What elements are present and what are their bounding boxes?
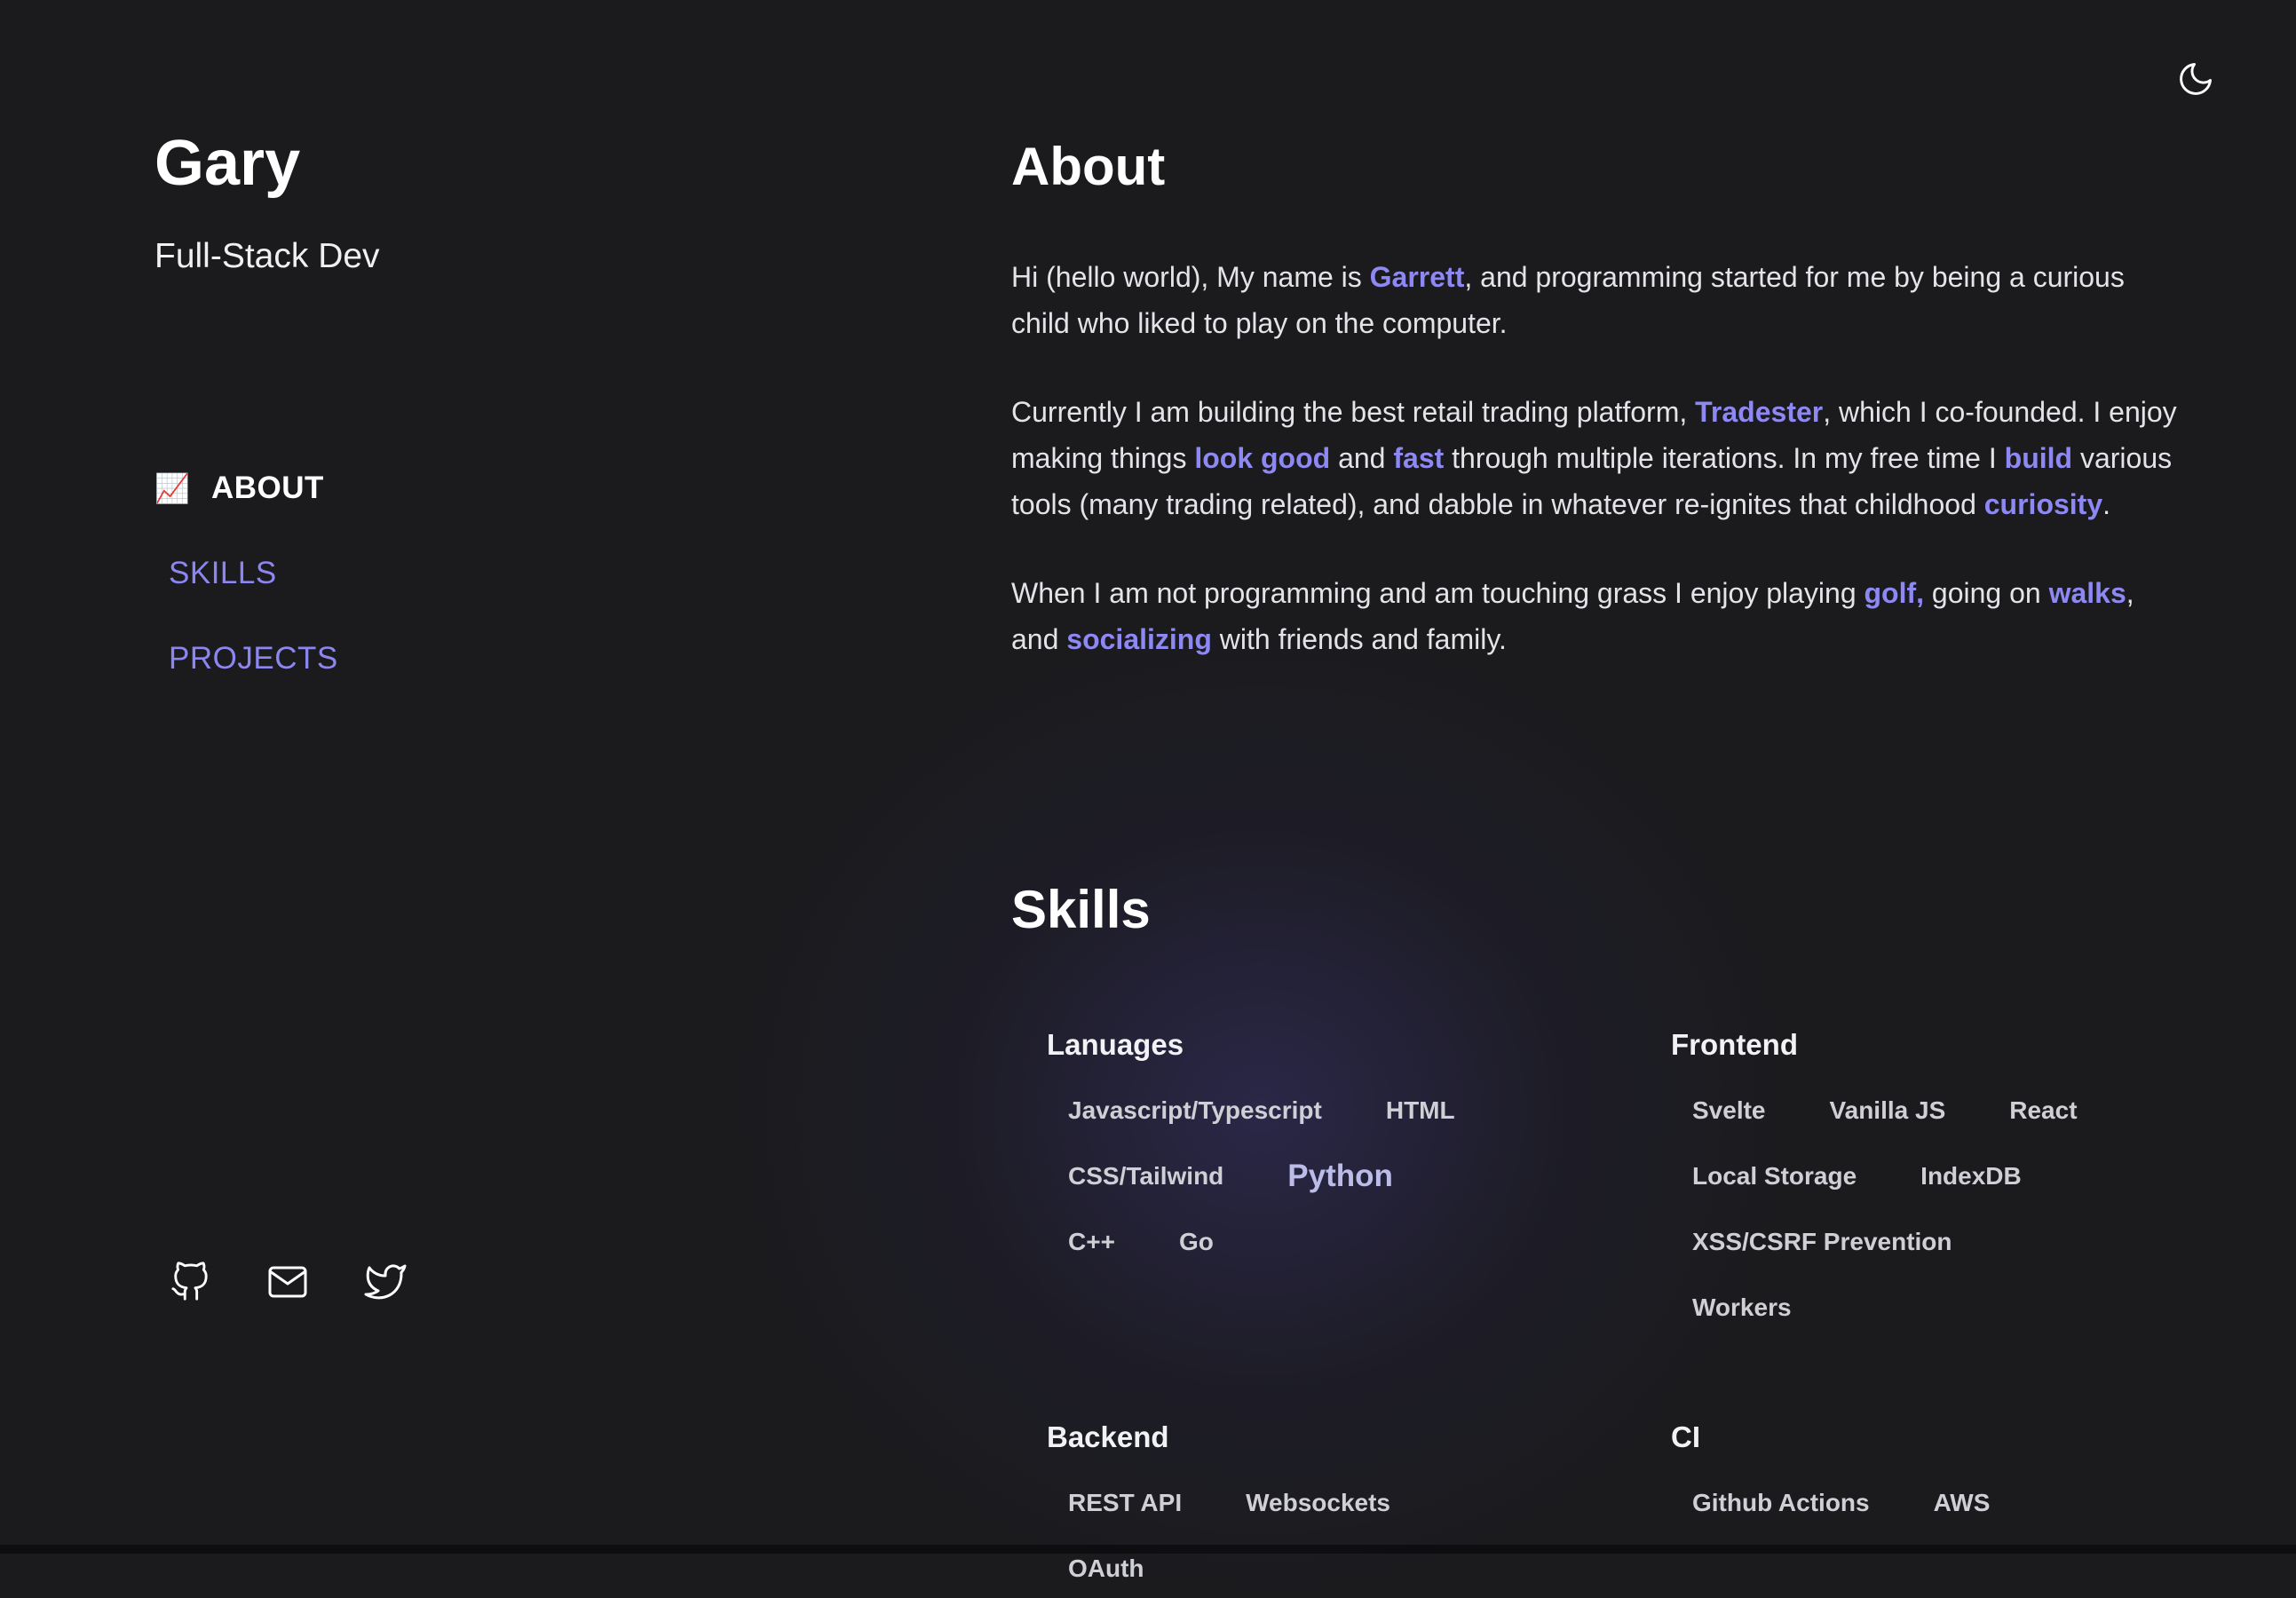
profile-role: Full-Stack Dev [154,237,380,275]
skill-group-title: Backend [1047,1420,1169,1453]
about-heading: About [1011,137,1166,196]
skill-tag: Vanilla JS [1829,1096,1946,1124]
profile-name: Gary [154,128,301,199]
social-links [167,1259,408,1305]
nav-item-projects[interactable]: PROJECTS [154,634,338,684]
skill-tag: Javascript/Typescript [1068,1096,1322,1124]
section-nav: 📈 ABOUT SKILLS PROJECTS [154,463,338,719]
text: Currently I am building the best retail … [1011,396,1696,428]
text: with friends and family. [1211,623,1507,655]
skill-tags: REST API Websockets OAuth [1047,1478,1516,1594]
about-text: Hi (hello world), My name is Garrett, an… [1011,254,2183,705]
skill-tags: Javascript/Typescript HTML CSS/Tailwind … [1047,1086,1516,1267]
text: through multiple iterations. In my free … [1444,442,2005,474]
skill-tag: Github Actions [1692,1489,1870,1516]
about-paragraph: Hi (hello world), My name is Garrett, an… [1011,254,2183,346]
twitter-icon [364,1264,407,1300]
highlight-fast[interactable]: fast [1393,442,1444,474]
skill-tag: Websockets [1246,1489,1390,1516]
nav-item-about[interactable]: 📈 ABOUT [154,463,338,513]
skill-tag: CSS/Tailwind [1068,1162,1224,1190]
moon-icon [2180,63,2212,95]
skill-tag: IndexDB [1920,1162,2022,1190]
skills-heading: Skills [1011,880,1151,939]
twitter-link[interactable] [362,1259,408,1305]
highlight-curiosity[interactable]: curiosity [1984,488,2102,520]
text: and [1330,442,1394,474]
skill-group-frontend: Frontend Svelte Vanilla JS React Local S… [1671,1030,2257,1333]
skill-tag: Python [1287,1159,1393,1193]
skill-tag: Svelte [1692,1096,1766,1124]
nav-item-label: SKILLS [169,556,277,590]
skill-tag: REST API [1068,1489,1183,1516]
skill-tag: XSS/CSRF Prevention [1692,1228,1952,1255]
mail-icon [268,1266,307,1298]
skill-group-languages: Lanuages Javascript/Typescript HTML CSS/… [1047,1030,1633,1267]
highlight-walks[interactable]: walks [2049,577,2126,609]
skill-tags: Github Actions AWS [1671,1478,2140,1528]
nav-item-label: ABOUT [211,471,324,505]
chart-increasing-icon: 📈 [154,472,191,504]
skill-tag: Go [1178,1228,1214,1255]
github-link[interactable] [167,1259,213,1305]
skill-group-title: CI [1671,1420,1700,1453]
skill-group-title: Lanuages [1047,1028,1184,1061]
skill-tag: React [2009,1096,2078,1124]
text: going on [1924,577,2049,609]
text: . [2102,488,2111,520]
skill-tag: Workers [1692,1293,1792,1321]
highlight-tradester[interactable]: Tradester [1695,396,1823,428]
highlight-garrett[interactable]: Garrett [1370,261,1465,293]
theme-toggle-button[interactable] [2173,57,2218,101]
skill-tags: Svelte Vanilla JS React Local Storage In… [1671,1086,2140,1333]
skill-tag: HTML [1385,1096,1455,1124]
highlight-look-good[interactable]: look good [1194,442,1330,474]
bottom-edge [0,1545,2296,1554]
skill-tag: Local Storage [1692,1162,1857,1190]
highlight-golf[interactable]: golf, [1865,577,1925,609]
nav-item-label: PROJECTS [169,641,338,676]
skill-group-ci: CI Github Actions AWS [1671,1422,2257,1528]
text: When I am not programming and am touchin… [1011,577,1865,609]
skill-tag: C++ [1068,1228,1115,1255]
sidebar: Gary Full-Stack Dev 📈 ABOUT SKILLS PROJE… [154,0,776,1554]
text: Hi (hello world), My name is [1011,261,1370,293]
skill-group-title: Frontend [1671,1028,1798,1061]
highlight-socializing[interactable]: socializing [1066,623,1212,655]
email-link[interactable] [265,1259,311,1305]
skill-tag: AWS [1933,1489,1991,1516]
github-icon [171,1262,208,1301]
nav-item-skills[interactable]: SKILLS [154,549,338,598]
skill-group-backend: Backend REST API Websockets OAuth [1047,1422,1633,1594]
highlight-build[interactable]: build [2005,442,2072,474]
about-paragraph: Currently I am building the best retail … [1011,389,2183,527]
about-paragraph: When I am not programming and am touchin… [1011,570,2183,662]
